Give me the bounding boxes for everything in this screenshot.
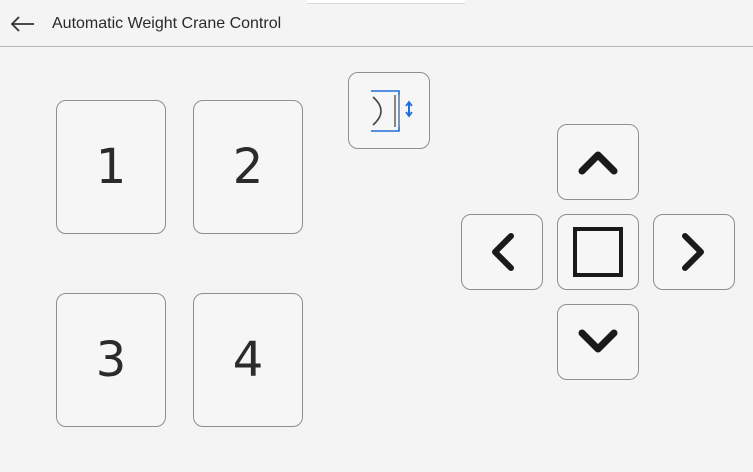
back-button[interactable] — [8, 12, 38, 36]
weighing-pan-vertical-adjust-icon — [371, 89, 413, 132]
square-stop-icon — [573, 227, 623, 277]
move-right-button[interactable] — [653, 214, 735, 290]
move-up-button[interactable] — [557, 124, 639, 200]
position-2-button[interactable]: 2 — [193, 100, 303, 234]
move-left-button[interactable] — [461, 214, 543, 290]
position-3-label: 3 — [95, 332, 127, 388]
page-title: Automatic Weight Crane Control — [52, 15, 282, 32]
position-4-button[interactable]: 4 — [193, 293, 303, 427]
arrow-left-icon — [10, 16, 34, 32]
move-down-button[interactable] — [557, 304, 639, 380]
position-4-label: 4 — [232, 332, 264, 388]
chevron-left-icon — [492, 233, 514, 271]
pan-adjust-button[interactable] — [348, 72, 430, 149]
stop-button[interactable] — [557, 214, 639, 290]
chevron-right-icon — [682, 233, 704, 271]
position-1-button[interactable]: 1 — [56, 100, 166, 234]
position-2-label: 2 — [232, 139, 264, 195]
position-3-button[interactable]: 3 — [56, 293, 166, 427]
header-bar: Automatic Weight Crane Control — [0, 0, 753, 47]
position-1-label: 1 — [95, 139, 127, 195]
chevron-down-icon — [578, 329, 618, 353]
chevron-up-icon — [578, 151, 618, 175]
